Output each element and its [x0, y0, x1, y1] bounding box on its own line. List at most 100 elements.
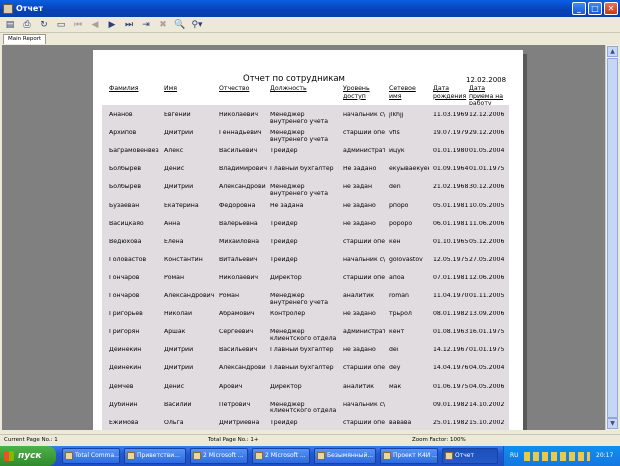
- tray-icons[interactable]: [524, 452, 590, 461]
- language-indicator[interactable]: RU: [510, 446, 519, 466]
- cell-patronymic: Петрович: [219, 401, 251, 408]
- cell-access-level: старший опе: [343, 274, 385, 281]
- status-bar: Current Page No.: 1 Total Page No.: 1+ Z…: [0, 434, 620, 446]
- refresh-icon[interactable]: ↻: [37, 19, 51, 31]
- report-viewport[interactable]: Отчет по сотрудникам 12.02.2008 Фамилия …: [2, 45, 605, 430]
- cell-position: Менеджер внутренего учета: [270, 130, 329, 143]
- table-row: Ежимова Ольга Дмитриевна Трейдер старший опе…: [93, 418, 523, 430]
- cell-birth-date: 01.09.1964: [433, 166, 469, 173]
- app-icon: [193, 452, 201, 460]
- scroll-down-icon[interactable]: ▼: [607, 418, 618, 429]
- cell-lastname: Дубинин: [109, 401, 138, 408]
- taskbar-item-welcome[interactable]: Приветстви...: [124, 448, 186, 464]
- cell-patronymic: Сергеевич: [219, 329, 254, 336]
- report-title: Отчет по сотрудникам: [243, 74, 345, 84]
- app-icon: [255, 452, 263, 460]
- cell-network-name: dei: [389, 347, 399, 354]
- cell-hire-date: 30.12.2006: [469, 184, 505, 191]
- cell-network-name: jlkhjj: [389, 112, 404, 118]
- scroll-thumb[interactable]: [607, 58, 618, 418]
- col-header-access-level: Уровень доступ: [343, 85, 370, 100]
- taskbar-item-total-commander[interactable]: Total Comma...: [62, 448, 120, 464]
- cell-firstname: Аршак: [164, 329, 186, 336]
- cell-birth-date: 05.01.1981: [433, 202, 469, 209]
- taskbar-item-microsoft-2[interactable]: 2 Microsoft ...: [252, 448, 310, 464]
- stop-icon[interactable]: ✖: [156, 19, 170, 31]
- maximize-button[interactable]: □: [588, 2, 602, 15]
- vertical-scrollbar[interactable]: ▲ ▼: [605, 45, 618, 430]
- last-page-icon[interactable]: ⏭: [122, 19, 136, 31]
- cell-access-level: не задано: [343, 347, 376, 354]
- cell-access-level: старший опе: [343, 365, 385, 372]
- cell-firstname: Дмитрий: [164, 184, 194, 191]
- cell-firstname: Дмитрий: [164, 365, 194, 372]
- taskbar-item-report[interactable]: Отчет: [442, 448, 498, 464]
- goto-page-icon[interactable]: ⇥: [139, 19, 153, 31]
- cell-position: Главный бухгалтер: [270, 166, 334, 173]
- cell-position: Директор: [270, 383, 302, 390]
- col-header-firstname: Имя: [164, 85, 178, 92]
- cell-patronymic: Николаевич: [219, 274, 259, 281]
- page-setup-icon[interactable]: ▭: [54, 19, 68, 31]
- cell-network-name: йцук: [389, 148, 405, 155]
- cell-access-level: начальник с\: [343, 112, 385, 118]
- taskbar-item-untitled[interactable]: Безымянный...: [314, 448, 376, 464]
- cell-access-level: не задано: [343, 220, 376, 227]
- cell-firstname: Евгений: [164, 112, 191, 118]
- cell-hire-date: 01.11.2005: [469, 293, 505, 299]
- cell-patronymic: Арович: [219, 383, 243, 390]
- group-tree-icon[interactable]: ⚲▾: [190, 19, 204, 31]
- col-header-position: Должность: [270, 85, 307, 92]
- search-icon[interactable]: 🔍: [173, 19, 187, 31]
- cell-firstname: Екатерина: [164, 202, 199, 209]
- cell-hire-date: 29.12.2006: [469, 130, 505, 137]
- cell-hire-date: 14.10.2002: [469, 401, 505, 408]
- cell-lastname: Головастов: [109, 256, 147, 263]
- cell-access-level: аналитик: [343, 383, 374, 390]
- app-icon: [127, 452, 135, 460]
- cell-hire-date: 15.10.2002: [469, 419, 505, 426]
- cell-lastname: Болбырев: [109, 184, 142, 191]
- cell-access-level: администрат: [343, 148, 385, 155]
- cell-access-level: старший опе: [343, 130, 385, 137]
- start-button[interactable]: пуск: [0, 446, 56, 466]
- table-row: Гончаров Роман Николаевич Директор старший о…: [93, 273, 523, 291]
- cell-hire-date: 04.05.2004: [469, 365, 505, 372]
- cell-patronymic: Александрови: [219, 365, 266, 372]
- table-row: Дейнекин Дмитрий Васильевич Главный бухгалт…: [93, 345, 523, 363]
- cell-lastname: Бузаеван: [109, 202, 140, 209]
- cell-position: Трейдер: [270, 419, 298, 426]
- zoom-status: Zoom Factor: 100%: [412, 437, 466, 443]
- prev-page-icon[interactable]: ◀: [88, 19, 102, 31]
- report-date: 12.02.2008: [466, 76, 507, 84]
- taskbar-item-project[interactable]: Проект К4И ...: [380, 448, 438, 464]
- minimize-button[interactable]: _: [572, 2, 586, 15]
- print-icon[interactable]: ⎙: [20, 19, 34, 31]
- cell-position: Менеджер внутренего учета: [270, 293, 329, 306]
- cell-patronymic: Николаевич: [219, 112, 259, 118]
- scroll-up-icon[interactable]: ▲: [607, 46, 618, 57]
- cell-hire-date: 01.01.1975: [469, 166, 505, 173]
- export-icon[interactable]: ▤: [3, 19, 17, 31]
- next-page-icon[interactable]: ▶: [105, 19, 119, 31]
- cell-birth-date: 25.01.1982: [433, 419, 469, 426]
- cell-position: Трейдер: [270, 256, 298, 263]
- cell-network-name: ророро: [389, 220, 413, 227]
- first-page-icon[interactable]: ⏮: [71, 19, 85, 31]
- cell-access-level: начальник с\: [343, 256, 385, 263]
- cell-patronymic: Фёдоровна: [219, 202, 256, 209]
- cell-patronymic: Витальевич: [219, 256, 258, 263]
- cell-hire-date: 04.05.2006: [469, 383, 505, 390]
- tab-main-report[interactable]: Main Report: [3, 34, 47, 44]
- app-icon: [3, 3, 13, 14]
- cell-birth-date: 01.10.1965: [433, 238, 469, 245]
- cell-firstname: Дмитрий: [164, 130, 194, 137]
- cell-patronymic: Абрамович: [219, 311, 255, 318]
- cell-network-name: golovastov: [389, 256, 423, 263]
- taskbar-item-microsoft-1[interactable]: 2 Microsoft ...: [190, 448, 248, 464]
- cell-birth-date: 11.04.1970: [433, 293, 469, 299]
- app-icon: [317, 452, 325, 460]
- close-button[interactable]: ✕: [604, 2, 618, 15]
- cell-patronymic: Михайловна: [219, 238, 260, 245]
- cell-network-name: кент: [389, 329, 405, 336]
